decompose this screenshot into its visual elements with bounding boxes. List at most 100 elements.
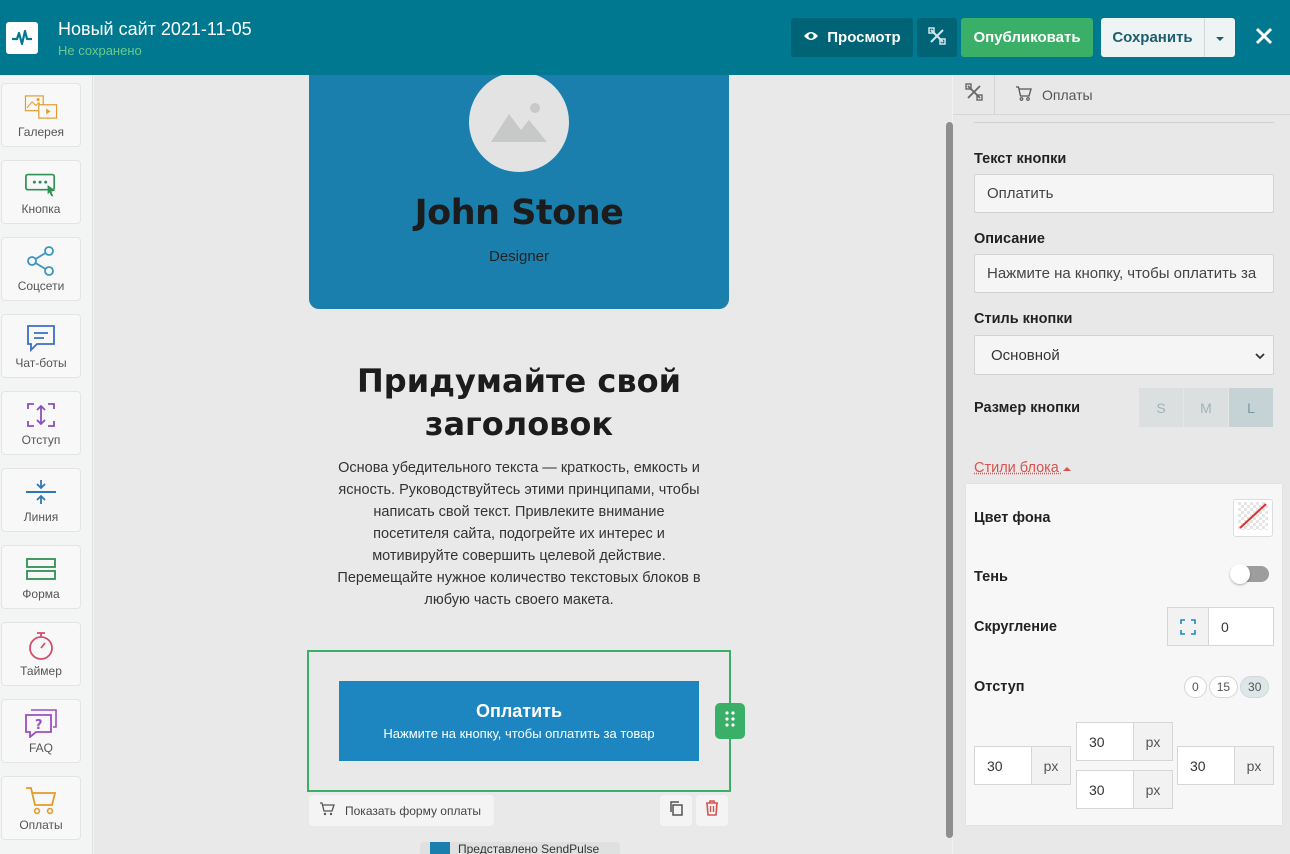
profile-card[interactable]: John Stone Designer	[309, 72, 729, 309]
grip-icon	[725, 710, 735, 732]
tool-chatbots[interactable]: Чат-боты	[1, 314, 81, 378]
radius-label: Скругление	[974, 619, 1057, 635]
tool-label: Кнопка	[21, 202, 61, 216]
eye-icon	[803, 29, 819, 46]
block-styles-panel: Цвет фона Тень Скругление 0 Отступ 0 15 …	[966, 484, 1282, 825]
caret-up-icon	[1062, 460, 1071, 476]
preview-button[interactable]: Просмотр	[791, 18, 913, 57]
tool-button[interactable]: Кнопка	[1, 160, 81, 224]
breadcrumb: Оплаты	[953, 75, 1290, 115]
tool-faq[interactable]: ? FAQ	[1, 699, 81, 763]
headline-text[interactable]: Придумайте свой заголовок	[309, 360, 729, 446]
save-button[interactable]: Сохранить	[1101, 18, 1204, 57]
tool-timer[interactable]: Таймер	[1, 622, 81, 686]
padding-left-field[interactable]: 30 px	[974, 746, 1071, 785]
caret-down-icon	[1215, 29, 1225, 46]
bg-color-swatch[interactable]	[1233, 499, 1273, 537]
chevron-down-icon	[1255, 347, 1265, 364]
faq-icon: ?	[24, 708, 58, 738]
pay-button-title: Оплатить	[475, 701, 563, 721]
tool-line[interactable]: Линия	[1, 468, 81, 532]
padding-preset-30[interactable]: 30	[1240, 676, 1270, 698]
button-style-select[interactable]: Основной	[974, 335, 1274, 375]
size-m-option[interactable]: M	[1184, 388, 1229, 427]
tool-label: Форма	[22, 587, 60, 601]
padding-preset-15[interactable]: 15	[1208, 676, 1239, 698]
design-root-crumb[interactable]	[953, 75, 995, 115]
line-icon	[24, 477, 58, 507]
corner-radius-icon[interactable]	[1168, 608, 1209, 645]
radius-input[interactable]: 0	[1167, 607, 1274, 646]
button-icon	[24, 169, 58, 199]
size-l-option[interactable]: L	[1229, 388, 1274, 427]
padding-bottom-value[interactable]: 30	[1077, 771, 1133, 808]
padding-right-value[interactable]: 30	[1178, 747, 1234, 784]
padding-bottom-field[interactable]: 30 px	[1076, 770, 1173, 809]
sendpulse-logo-icon	[430, 842, 450, 854]
element-sidebar: Галерея Кнопка Соцсети Чат-боты Отступ Л…	[0, 75, 93, 854]
delete-button[interactable]	[696, 795, 728, 826]
cart-icon	[24, 785, 58, 815]
padding-label: Отступ	[974, 679, 1025, 695]
show-form-label: Показать форму оплаты	[345, 803, 481, 818]
padding-unit: px	[1133, 771, 1172, 808]
tool-label: Таймер	[20, 664, 62, 678]
canvas-scrollbar[interactable]	[946, 122, 953, 838]
cart-icon	[319, 802, 335, 819]
description-label: Описание	[974, 231, 1045, 247]
tool-gallery[interactable]: Галерея	[1, 83, 81, 147]
tool-label: Соцсети	[17, 279, 65, 293]
save-dropdown-button[interactable]	[1204, 18, 1235, 57]
show-payment-form-button[interactable]: Показать форму оплаты	[309, 795, 494, 826]
tool-spacing[interactable]: Отступ	[1, 391, 81, 455]
shadow-label: Тень	[974, 569, 1008, 585]
avatar-placeholder-icon[interactable]	[469, 72, 569, 172]
logo-icon[interactable]	[6, 22, 38, 54]
button-text-input[interactable]	[974, 174, 1274, 213]
padding-presets: 0 15 30	[1184, 676, 1270, 698]
block-styles-label: Стили блока	[974, 460, 1059, 476]
spacing-icon	[24, 400, 58, 430]
padding-preset-0[interactable]: 0	[1184, 676, 1207, 698]
drag-handle[interactable]	[715, 703, 745, 739]
padding-unit: px	[1234, 747, 1273, 784]
gallery-icon	[24, 92, 58, 122]
powered-by-text: Представлено SendPulse	[458, 842, 600, 854]
tool-social[interactable]: Соцсети	[1, 237, 81, 301]
tool-form[interactable]: Форма	[1, 545, 81, 609]
pay-button-description: Нажмите на кнопку, чтобы оплатить за тов…	[383, 726, 655, 741]
preview-label: Просмотр	[827, 29, 901, 46]
tool-label: Отступ	[21, 433, 61, 447]
profile-role[interactable]: Designer	[309, 248, 729, 265]
tool-payments[interactable]: Оплаты	[1, 776, 81, 840]
profile-name[interactable]: John Stone	[309, 193, 729, 233]
copy-icon	[668, 800, 684, 821]
description-input[interactable]	[974, 254, 1274, 293]
pay-button[interactable]: Оплатить Нажмите на кнопку, чтобы оплати…	[339, 681, 699, 761]
radius-value[interactable]: 0	[1209, 608, 1273, 645]
padding-right-field[interactable]: 30 px	[1177, 746, 1274, 785]
publish-button[interactable]: Опубликовать	[961, 18, 1093, 57]
tools-icon	[928, 26, 946, 49]
duplicate-button[interactable]	[660, 795, 692, 826]
button-text-label: Текст кнопки	[974, 151, 1067, 167]
size-s-option[interactable]: S	[1139, 388, 1184, 427]
form-icon	[24, 554, 58, 584]
powered-by-badge[interactable]: Представлено SendPulse	[420, 842, 620, 854]
tool-label: Линия	[23, 510, 59, 524]
tool-label: Галерея	[17, 125, 65, 139]
shadow-toggle[interactable]	[1230, 564, 1269, 584]
block-styles-toggle[interactable]: Стили блока	[974, 460, 1071, 476]
padding-left-value[interactable]: 30	[975, 747, 1031, 784]
button-size-label: Размер кнопки	[974, 400, 1081, 416]
padding-top-value[interactable]: 30	[1077, 723, 1133, 760]
padding-unit: px	[1133, 723, 1172, 760]
trash-icon	[705, 800, 719, 821]
bg-color-label: Цвет фона	[974, 510, 1051, 526]
close-button[interactable]	[1246, 18, 1282, 57]
padding-top-field[interactable]: 30 px	[1076, 722, 1173, 761]
breadcrumb-payments: Оплаты	[995, 85, 1093, 104]
body-text[interactable]: Основа убедительного текста — краткость,…	[334, 457, 704, 611]
cart-icon	[1015, 85, 1032, 104]
design-tools-button[interactable]	[917, 18, 957, 57]
